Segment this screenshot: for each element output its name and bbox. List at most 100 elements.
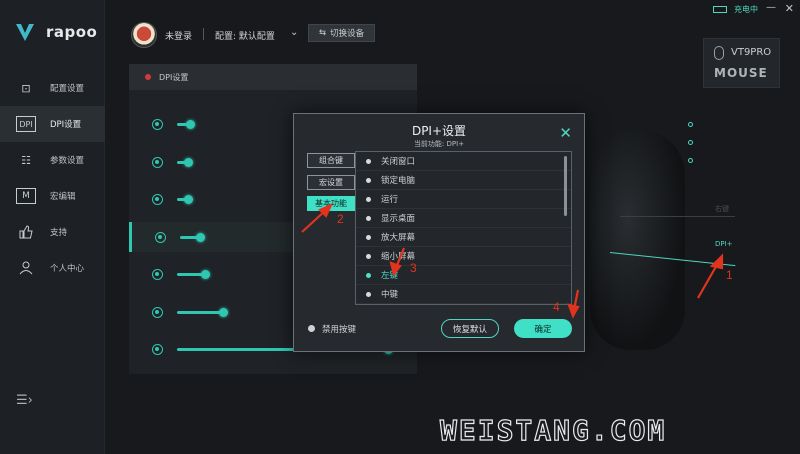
function-list-item[interactable]: 左键 — [356, 266, 571, 285]
function-label: 关闭窗口 — [381, 157, 416, 167]
annotation-label-4: 4 — [553, 300, 560, 314]
battery-icon — [713, 6, 727, 13]
model-name: VT9PRO — [731, 47, 772, 58]
dpi-level-radio[interactable] — [152, 269, 163, 280]
mouse-icon — [714, 46, 724, 60]
callout-line — [620, 216, 735, 217]
dialog-subtitle: 当前功能: DPI+ — [413, 140, 465, 148]
model-badge: VT9PRO MOUSE — [703, 38, 780, 88]
mouse-label-right: 右键 — [715, 205, 729, 213]
collapse-menu-icon[interactable]: ☰› — [16, 393, 33, 408]
dpi-level-radio[interactable] — [152, 344, 163, 355]
annotation-label-1: 1 — [726, 268, 733, 282]
annotation-arrow-1 — [697, 262, 719, 299]
function-list-item[interactable]: 中键 — [356, 285, 571, 304]
chevron-down-icon[interactable]: ⌄ — [290, 27, 298, 38]
function-list-item[interactable]: 放大屏幕 — [356, 228, 571, 247]
model-type: MOUSE — [714, 66, 768, 80]
login-status[interactable]: 未登录 — [165, 29, 192, 42]
function-list: 关闭窗口锁定电脑运行显示桌面放大屏幕缩小屏幕左键中键 — [355, 151, 572, 305]
dpi-level-radio[interactable] — [152, 156, 163, 168]
dpi-icon: DPI — [16, 116, 36, 132]
sidebar-item-label: 参数设置 — [50, 156, 85, 166]
function-label: 放大屏幕 — [381, 233, 416, 243]
dpi-slider-track[interactable] — [177, 273, 204, 276]
watermark: WEISTANG.COM — [439, 413, 667, 447]
mouse-label-dpi-plus[interactable]: DPI+ — [715, 240, 733, 248]
divider — [203, 28, 204, 40]
sidebar-item-label: 支持 — [50, 228, 68, 238]
switch-device-label: 切换设备 — [330, 29, 365, 39]
sidebar-nav: ⊡ 配置设置 DPI DPI设置 ☷ 参数设置 M 宏编辑 支持 个人中心 — [0, 70, 105, 286]
annotation-label-2: 2 — [337, 212, 344, 226]
app-logo: rapoo — [14, 20, 97, 44]
config-selector-label[interactable]: 配置: 默认配置 — [215, 29, 275, 42]
macro-icon: M — [16, 188, 36, 204]
function-label: 显示桌面 — [381, 214, 416, 224]
function-list-item[interactable]: 缩小屏幕 — [356, 247, 571, 266]
disable-key-radio[interactable] — [308, 325, 315, 332]
sidebar-item-label: DPI设置 — [50, 120, 82, 130]
dpi-slider-track[interactable] — [177, 310, 221, 314]
dpi-slider-knob[interactable] — [183, 157, 193, 167]
button-marker — [688, 140, 693, 145]
dpi-level-radio[interactable] — [152, 194, 163, 205]
rapoo-logo-icon — [16, 24, 34, 41]
dpi-slider-knob[interactable] — [186, 120, 195, 129]
tab-combo-keys[interactable]: 组合键 — [307, 153, 355, 168]
dpi-panel-title: DPI设置 — [159, 72, 189, 82]
dpi-slider-track[interactable] — [180, 235, 198, 239]
sidebar-item-config[interactable]: ⊡ 配置设置 — [0, 70, 105, 106]
dpi-panel-header: DPI设置 — [129, 64, 417, 90]
dpi-slider-knob[interactable] — [219, 307, 228, 317]
dpi-slider-knob[interactable] — [201, 270, 211, 279]
scrollbar[interactable] — [564, 156, 567, 216]
mouse-image — [590, 130, 685, 350]
thumbs-up-icon — [16, 224, 36, 240]
dpi-level-radio[interactable] — [152, 306, 163, 318]
disable-key-label[interactable]: 禁用按键 — [322, 323, 356, 335]
tab-basic-functions[interactable]: 基本功能 — [307, 196, 355, 211]
dpi-level-radio[interactable] — [152, 119, 163, 130]
tab-macro-settings[interactable]: 宏设置 — [307, 175, 355, 190]
annotation-label-3: 3 — [410, 261, 417, 275]
dpi-slider-knob[interactable] — [195, 232, 205, 242]
bullet-icon — [366, 234, 371, 240]
bullet-icon — [366, 158, 371, 164]
close-icon[interactable]: ✕ — [559, 124, 572, 142]
logo-text: rapoo — [46, 23, 98, 41]
dialog-title: DPI+设置 — [411, 124, 467, 138]
battery-status: 充电中 — [734, 5, 758, 14]
sidebar: rapoo ⊡ 配置设置 DPI DPI设置 ☷ 参数设置 M 宏编辑 支持 个… — [0, 0, 105, 454]
function-list-item[interactable]: 关闭窗口 — [356, 152, 571, 171]
sidebar-item-support[interactable]: 支持 — [0, 214, 105, 250]
function-label: 锁定电脑 — [381, 176, 416, 186]
function-label: 中键 — [381, 290, 399, 300]
sidebar-item-macro[interactable]: M 宏编辑 — [0, 178, 105, 214]
sidebar-item-label: 宏编辑 — [50, 192, 76, 202]
function-list-item[interactable]: 运行 — [356, 190, 571, 209]
bullet-icon — [366, 253, 371, 259]
sidebar-item-dpi[interactable]: DPI DPI设置 — [0, 106, 105, 142]
function-list-item[interactable]: 显示桌面 — [356, 209, 571, 228]
avatar[interactable] — [131, 22, 157, 48]
button-marker — [688, 158, 693, 163]
dpi-level-radio[interactable] — [155, 231, 166, 243]
minimize-icon[interactable]: — — [766, 2, 776, 13]
sidebar-item-params[interactable]: ☷ 参数设置 — [0, 142, 105, 178]
restore-default-button[interactable]: 恢复默认 — [441, 319, 499, 338]
swap-icon: ⇆ — [319, 28, 327, 38]
sidebar-item-user[interactable]: 个人中心 — [0, 250, 105, 286]
function-list-items: 关闭窗口锁定电脑运行显示桌面放大屏幕缩小屏幕左键中键 — [356, 152, 571, 304]
bullet-icon — [366, 177, 371, 183]
dpi-slider-knob[interactable] — [183, 195, 193, 204]
dpi-plus-settings-dialog: DPI+设置 当前功能: DPI+ ✕ 组合键 宏设置 基本功能 关闭窗口锁定电… — [293, 113, 585, 352]
function-label: 左键 — [381, 271, 399, 281]
sidebar-item-label: 配置设置 — [50, 84, 85, 94]
confirm-button[interactable]: 确定 — [514, 319, 572, 338]
config-icon: ⊡ — [21, 81, 31, 95]
bullet-icon — [366, 272, 371, 278]
function-list-item[interactable]: 锁定电脑 — [356, 171, 571, 190]
switch-device-button[interactable]: ⇆ 切换设备 — [308, 24, 376, 42]
close-window-icon[interactable]: ✕ — [785, 2, 794, 15]
